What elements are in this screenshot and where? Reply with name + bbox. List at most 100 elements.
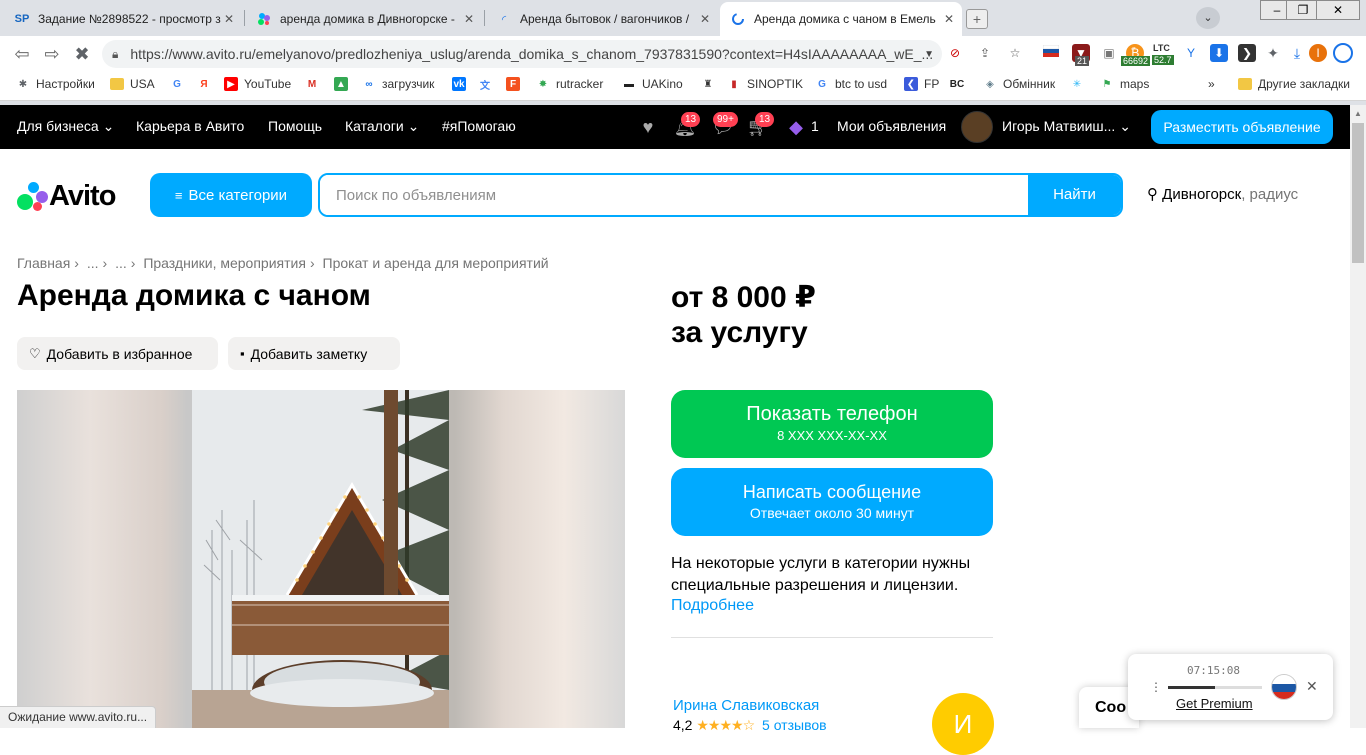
seller-avatar[interactable]: И [932,693,994,755]
listing-photo[interactable] [192,390,449,728]
nav-help[interactable]: Помощь [268,118,322,134]
breadcrumb-rental[interactable]: Прокат и аренда для мероприятий [323,255,549,271]
post-ad-button[interactable]: Разместить объявление [1151,110,1333,144]
bookmark-item[interactable]: ✱ Настройки [16,77,95,91]
bookmark-item[interactable]: ✸ rutracker [536,77,604,91]
bookmark-item[interactable]: Gbtc to usd [815,77,887,91]
tab-search-chevron-icon[interactable]: ⌄ [1196,7,1220,29]
bookmark-item[interactable]: ▮ SINOPTIK [727,77,803,91]
get-premium-link[interactable]: Get Premium [1176,696,1253,711]
nav-i-help[interactable]: #яПомогаю [442,118,516,134]
url-dropdown-icon[interactable]: ▼ [924,49,934,60]
favorites-heart-icon[interactable]: ♥ [636,115,660,139]
search-input[interactable] [320,175,1028,215]
bookmark-item[interactable]: ▲ [334,77,354,91]
other-bookmarks[interactable]: Другие закладки [1238,77,1350,91]
bookmark-item[interactable]: USA [110,77,155,91]
download-extension-icon[interactable]: ⬇ [1210,44,1228,62]
reviews-link[interactable]: 5 отзывов [762,717,827,733]
user-avatar[interactable] [961,111,993,143]
briefcase-icon[interactable]: ▣ [1100,44,1118,62]
russian-flag-icon[interactable] [1042,44,1060,62]
kebab-menu-icon[interactable]: ⋮ [1150,680,1162,694]
seller-name-link[interactable]: Ирина Славиковская [673,697,819,714]
avito-logo[interactable]: Avito [17,180,116,213]
location-selector[interactable]: ⚲ Дивногорск, радиус [1147,185,1298,203]
blocked-icon[interactable]: ⊘ [946,44,964,62]
breadcrumb-events[interactable]: Праздники, мероприятия [143,255,306,271]
nav-catalogs[interactable]: Каталоги ⌄ [345,118,419,135]
tab-4-active[interactable]: Аренда домика с чаном в Емель ✕ [720,2,962,36]
bookmark-item[interactable]: BC [950,77,970,91]
bookmark-item[interactable]: ∞ загрузчик [362,77,434,91]
bookmark-item[interactable]: ▶ YouTube [224,77,291,91]
add-note-button[interactable]: ▪ Добавить заметку [228,337,400,370]
puzzle-extensions-icon[interactable]: ✦ [1264,44,1282,62]
bookmark-item[interactable]: ❮ FP [904,77,939,91]
page-scrollbar[interactable]: ▲ [1350,105,1366,728]
bookmark-item[interactable]: ▬ UAKino [622,77,683,91]
close-tab-icon[interactable]: ✕ [224,12,234,26]
browser-chrome: SP Задание №2898522 - просмотр з ✕ аренд… [0,0,1366,105]
new-tab-button[interactable]: + [966,9,988,29]
close-tab-icon[interactable]: ✕ [944,12,954,26]
bookmark-item[interactable]: ◈ Обмінник [983,77,1055,91]
breadcrumb-home[interactable]: Главная [17,255,70,271]
tab-1[interactable]: SP Задание №2898522 - просмотр з ✕ [4,2,242,36]
my-ads-link[interactable]: Мои объявления [837,118,946,134]
scrollbar-thumb[interactable] [1352,123,1364,263]
close-window-button[interactable]: ✕ [1316,0,1360,20]
bookmark-item[interactable]: ⚑ maps [1100,77,1150,91]
user-menu[interactable]: Игорь Матвииш... ⌄ [1002,118,1131,135]
close-icon[interactable]: ✕ [1306,678,1318,695]
promo-ticket-icon[interactable]: ◆ [784,115,808,139]
breadcrumb-ellipsis[interactable]: ... [87,255,99,271]
photo-gallery[interactable] [17,390,625,728]
tab-2[interactable]: аренда домика в Дивногорске - ✕ [246,2,482,36]
close-tab-icon[interactable]: ✕ [700,12,710,26]
bookmark-item[interactable]: Я [197,77,217,91]
bookmark-item[interactable]: G [170,77,190,91]
bookmark-item[interactable]: ♜ [701,77,721,91]
scroll-up-arrow-icon[interactable]: ▲ [1354,109,1362,118]
bookmarks-overflow[interactable]: » [1208,77,1215,91]
russian-flag-icon[interactable] [1271,674,1297,700]
nav-career[interactable]: Карьера в Авито [136,118,244,134]
lock-icon: 🔒︎ [112,46,119,61]
share-icon[interactable]: ⇪ [976,44,994,62]
bookmark-item[interactable]: F [506,77,526,91]
bookmark-item[interactable]: vk [452,77,472,91]
bookmark-star-icon[interactable]: ☆ [1006,44,1024,62]
bookmark-item[interactable]: 文 [478,77,498,92]
all-categories-button[interactable]: ≡ Все категории [150,173,312,217]
nav-for-business[interactable]: Для бизнеса ⌄ [17,118,114,135]
back-arrow-icon[interactable]: ⇦ [10,42,34,66]
bookmark-label: Обмінник [1003,77,1056,91]
bookmark-label: maps [1120,77,1150,91]
thermometer-icon: ▮ [731,78,737,90]
f-icon: F [506,77,520,91]
close-tab-icon[interactable]: ✕ [464,12,474,26]
downloads-icon[interactable]: ⤓ [1288,44,1306,62]
breadcrumb-ellipsis[interactable]: ... [115,255,127,271]
write-message-button[interactable]: Написать сообщение Отвечает около 30 мин… [671,468,993,536]
y-extension-icon[interactable]: Y [1182,44,1200,62]
add-favorite-button[interactable]: ♡ Добавить в избранное [17,337,218,370]
tab-3[interactable]: ◜ Аренда бытовок / вагончиков / ✕ [486,2,718,36]
drive-icon: ▲ [334,77,348,91]
stop-loading-icon[interactable]: ✖ [70,42,94,66]
maximize-button[interactable]: ❐ [1286,0,1320,20]
bookmark-item[interactable]: M [305,77,325,91]
player-progress[interactable] [1168,686,1262,689]
infinity-icon: ∞ [365,78,373,90]
address-bar[interactable]: 🔒︎ https://www.avito.ru/emelyanovo/predl… [102,40,942,68]
profile-avatar[interactable]: I [1309,44,1327,62]
terminal-extension-icon[interactable]: ❯ [1238,44,1256,62]
show-phone-button[interactable]: Показать телефон 8 XXX XXX-XX-XX [671,390,993,458]
chrome-account-icon[interactable] [1333,43,1353,63]
fp-icon: ❮ [904,77,918,91]
find-button[interactable]: Найти [1028,175,1121,215]
bookmark-item[interactable]: ✳ [1070,77,1090,91]
more-link[interactable]: Подробнее [671,597,754,615]
forward-arrow-icon[interactable]: ⇨ [40,42,64,66]
